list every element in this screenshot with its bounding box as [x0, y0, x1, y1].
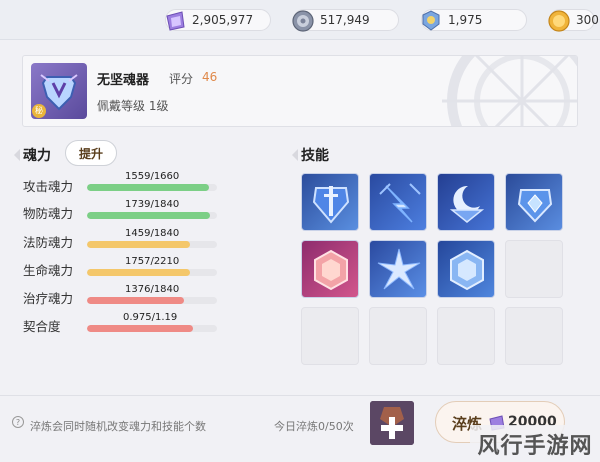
- stat-value: 1559/1660: [125, 171, 180, 182]
- stat-value: 1739/1840: [125, 199, 180, 210]
- skill-slot-5[interactable]: [301, 240, 359, 298]
- soul-crystal-currency[interactable]: 2,905,977: [165, 9, 271, 31]
- stat-label: 契合度: [23, 319, 61, 334]
- help-icon[interactable]: ?: [12, 416, 24, 428]
- stat-label: 攻击魂力: [23, 179, 74, 194]
- empty-skill-slot: [437, 307, 495, 365]
- crescent-shield-skill-icon: [449, 185, 485, 223]
- equip-level: 佩戴等级 1级: [97, 99, 169, 113]
- stat-bar: [87, 269, 217, 276]
- blue-hexagon-skill-icon: [450, 249, 484, 291]
- empty-skill-slot: [369, 307, 427, 365]
- upgrade-button[interactable]: 提升: [65, 140, 117, 166]
- gold-coin-value: 300: [576, 13, 599, 27]
- stat-bar-fill: [87, 241, 191, 248]
- score-label: 评分: [169, 72, 194, 86]
- soul-name: 无坚魂器: [97, 73, 150, 88]
- skill-slot-6[interactable]: [369, 240, 427, 298]
- stat-bar-fill: [87, 212, 210, 219]
- stat-value: 1376/1840: [125, 284, 180, 295]
- gem-shield-skill-icon: [517, 189, 553, 223]
- empty-skill-slot: [505, 240, 563, 298]
- stat-bar-fill: [87, 325, 194, 332]
- soul-info-card: 秘 无坚魂器 评分 46 佩戴等级 1级: [22, 55, 578, 127]
- gold-coin-currency[interactable]: 300: [548, 9, 599, 32]
- stat-bar: [87, 241, 217, 248]
- silver-coin-icon: [292, 10, 314, 32]
- rarity-badge: 秘: [32, 104, 46, 118]
- stats-section-title: 魂力: [14, 145, 51, 165]
- daily-refine-count: 今日淬炼0/50次: [274, 420, 354, 433]
- skills-section-title: 技能: [292, 145, 329, 165]
- soul-token-icon: [422, 10, 440, 31]
- stat-label: 物防魂力: [23, 206, 74, 221]
- stat-bar-fill: [87, 297, 185, 304]
- crystal-burst-skill-icon: [377, 248, 421, 290]
- skill-slot-7[interactable]: [437, 240, 495, 298]
- shield-sword-skill-icon: [312, 186, 350, 224]
- add-material-icon: [370, 401, 414, 445]
- refine-material-slot[interactable]: [370, 401, 414, 445]
- lightning-arrow-skill-icon: [379, 183, 421, 223]
- stat-bar: [87, 212, 217, 219]
- refine-hint: 淬炼会同时随机改变魂力和技能个数: [30, 420, 206, 433]
- stat-bar-fill: [87, 184, 210, 191]
- stat-bar-fill: [87, 269, 191, 276]
- stat-label: 生命魂力: [23, 263, 74, 278]
- currency-bar: 2,905,977 517,949 1,975 300: [0, 0, 600, 40]
- stat-value: 1459/1840: [125, 228, 180, 239]
- stat-value: 1757/2210: [125, 256, 180, 267]
- soul-crystal-icon: [166, 11, 185, 31]
- stat-label: 治疗魂力: [23, 291, 74, 306]
- stat-bar: [87, 297, 217, 304]
- skill-slot-4[interactable]: [505, 173, 563, 231]
- empty-skill-slot: [505, 307, 563, 365]
- empty-skill-slot: [301, 307, 359, 365]
- soul-token-currency[interactable]: 1,975: [421, 9, 527, 31]
- stat-bar: [87, 184, 217, 191]
- soul-token-value: 1,975: [448, 13, 483, 27]
- silver-coin-currency[interactable]: 517,949: [292, 9, 399, 32]
- stat-bar: [87, 325, 217, 332]
- stat-value: 0.975/1.19: [123, 312, 178, 323]
- watermark-logo: 风行手游网: [470, 425, 600, 462]
- skill-slot-2[interactable]: [369, 173, 427, 231]
- decorative-ring-icon: [442, 56, 577, 126]
- soul-crystal-value: 2,905,977: [192, 13, 254, 27]
- skill-slot-3[interactable]: [437, 173, 495, 231]
- gold-coin-icon: [548, 10, 570, 32]
- score-value: 46: [202, 70, 218, 84]
- stat-label: 法防魂力: [23, 235, 74, 250]
- soul-weapon-icon[interactable]: 秘: [31, 63, 87, 119]
- pink-hexagon-skill-icon: [314, 249, 348, 291]
- skill-slot-1[interactable]: [301, 173, 359, 231]
- silver-coin-value: 517,949: [320, 13, 370, 27]
